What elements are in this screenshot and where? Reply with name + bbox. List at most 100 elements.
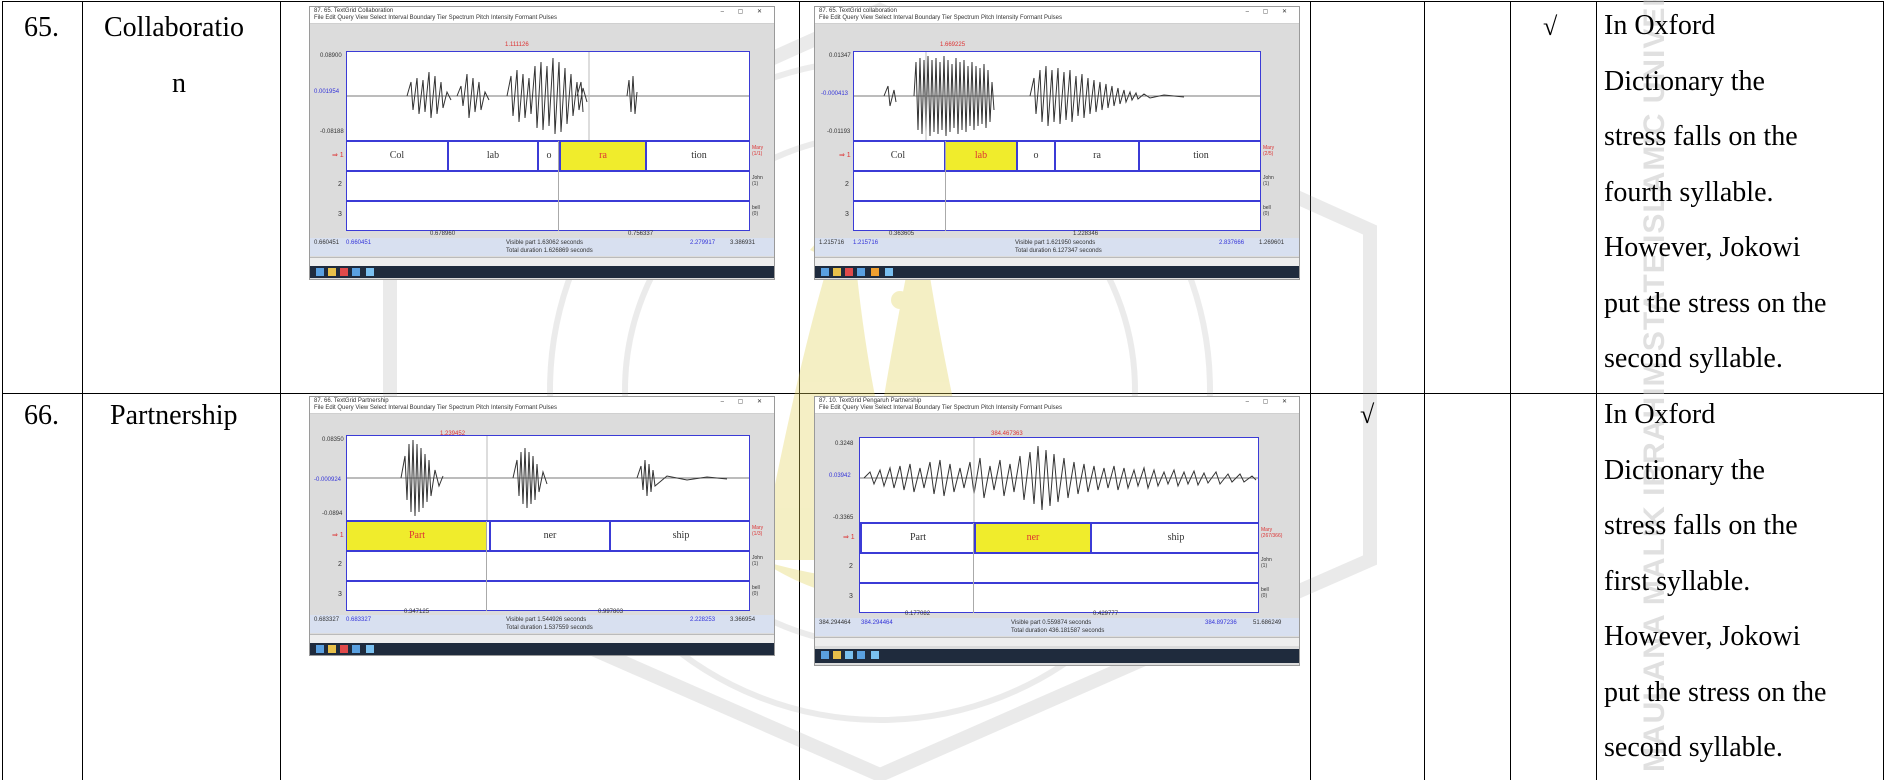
textgrid-tier-3	[346, 581, 750, 611]
visible-part-label: Visible part 0.559874 seconds	[1011, 620, 1092, 626]
y-mid-label: -0.000924	[314, 477, 342, 483]
window-end-time: 51.686249	[1253, 620, 1282, 626]
tier-3-label: 3	[845, 211, 849, 218]
cursor-time: 1.669225	[940, 42, 966, 48]
menu-items: File Edit Query View Select Interval Bou…	[819, 405, 1062, 411]
note-line: put the stress on the	[1604, 287, 1827, 319]
col-divider-7	[1596, 1, 1597, 780]
tier-2-name: John (1)	[752, 175, 763, 187]
col-divider-1	[82, 1, 83, 780]
window-buttons: – ▢ ✕	[1245, 399, 1293, 405]
tier-3-name: bell (0)	[752, 205, 760, 217]
syllable-segment: tion	[645, 142, 751, 170]
tier-1-label: ⇒ 1	[843, 534, 855, 541]
note-line: In Oxford	[1604, 399, 1716, 430]
window-end-time: 3.386931	[730, 240, 756, 246]
word-cell-line1: Collaboratio	[104, 12, 244, 43]
y-max-label: 0.3248	[835, 441, 854, 447]
note-line: second syllable.	[1604, 343, 1783, 374]
praat-menu-bar: 87. 65. TextGrid Collaboration File Edit…	[310, 7, 774, 24]
visible-part-label: Visible part 1.63062 seconds	[506, 240, 583, 246]
time-cursor	[486, 521, 487, 611]
note-line: Dictionary the	[1604, 454, 1765, 486]
stressed-syllable-segment: ner	[974, 524, 1090, 552]
tier-3-name: bell (0)	[752, 585, 760, 597]
cursor-time: 1.111126	[505, 42, 529, 48]
table-border-left	[2, 1, 3, 780]
textgrid-tier-2	[859, 553, 1259, 583]
syllable-segment: Col	[890, 150, 906, 161]
interval-time-a: 0.177082	[905, 611, 931, 617]
window-title: 87. 10. TextGrid Pengaruh Partnership	[819, 398, 922, 404]
note-line: first syllable.	[1604, 565, 1751, 597]
interval-time-b: 0.756337	[628, 231, 654, 237]
textgrid-tier-3	[859, 583, 1259, 613]
syllable-segment: tion	[1138, 142, 1262, 170]
textgrid-tier-1: Col lab o ra tion	[346, 141, 750, 171]
syllable-segment: o	[1016, 142, 1054, 170]
waveform-svg	[860, 438, 1258, 522]
windows-taskbar	[310, 266, 774, 278]
textgrid-tier-3	[346, 201, 750, 231]
time-bar: 0.660451 0.660451 Visible part 1.63062 s…	[310, 238, 774, 256]
menu-items: File Edit Query View Select Interval Bou…	[314, 15, 557, 21]
syllable-segment: lab	[447, 142, 537, 170]
total-duration-label: Total duration 1.537559 seconds	[506, 625, 593, 631]
tier-2-name: John (1)	[1261, 557, 1272, 569]
menu-items: File Edit Query View Select Interval Bou…	[819, 15, 1062, 21]
window-end-time: 3.366954	[730, 617, 756, 623]
textgrid-tier-2	[346, 171, 750, 201]
window-title: 87. 65. TextGrid collaboration	[819, 8, 897, 14]
textgrid-tier-3	[853, 201, 1261, 231]
y-mid-label: -0.000413	[821, 91, 849, 97]
waveform-panel	[859, 437, 1259, 523]
check-mark-col-c: √	[1543, 12, 1558, 41]
y-mid-label: 0.001954	[314, 89, 340, 95]
waveform-svg	[854, 52, 1260, 140]
window-buttons: – ▢ ✕	[720, 9, 768, 15]
window-start-time: 0.660451	[314, 240, 340, 246]
tier-3-label: 3	[338, 591, 342, 598]
zoom-controls	[310, 634, 774, 643]
praat-screenshot-speaker: 87. 66. TextGrid Partnership File Edit Q…	[309, 396, 775, 656]
y-mid-label: 0.03942	[829, 473, 851, 479]
praat-screenshot-native: 87. 65. TextGrid collaboration File Edit…	[814, 6, 1300, 280]
note-line: second syllable.	[1604, 732, 1783, 763]
time-cursor	[558, 141, 559, 231]
interval-time-a: 0.678960	[430, 231, 456, 237]
praat-menu-bar: 87. 66. TextGrid Partnership File Edit Q…	[310, 397, 774, 414]
y-max-label: 0.01347	[829, 53, 851, 59]
visible-start-time: 0.660451	[346, 240, 372, 246]
y-min-label: -0.0894	[322, 511, 343, 517]
zoom-controls	[310, 257, 774, 266]
tier-1-name: Mary (1/3)	[752, 525, 764, 537]
time-bar: 384.294464 384.294464 Visible part 0.559…	[815, 618, 1299, 636]
tier-3-label: 3	[338, 211, 342, 218]
praat-menu-bar: 87. 10. TextGrid Pengaruh Partnership Fi…	[815, 397, 1299, 414]
praat-menu-bar: 87. 65. TextGrid collaboration File Edit…	[815, 7, 1299, 24]
syllable-segment: o	[537, 142, 559, 170]
windows-taskbar	[815, 266, 1299, 278]
tier-3-label: 3	[849, 593, 853, 600]
praat-screenshot-speaker: 87. 65. TextGrid Collaboration File Edit…	[309, 6, 775, 280]
y-min-label: -0.3365	[833, 515, 854, 521]
textgrid-tier-1: Part ner ship	[859, 523, 1259, 553]
y-max-label: 0.08900	[320, 53, 342, 59]
windows-taskbar	[815, 649, 1299, 663]
textgrid-tier-2	[853, 171, 1261, 201]
tier-3-name: bell (0)	[1261, 587, 1269, 599]
waveform-svg	[347, 436, 749, 520]
visible-end-time: 2.279917	[690, 240, 716, 246]
waveform-svg	[347, 52, 749, 140]
stressed-syllable-segment: Part	[347, 522, 487, 550]
tier-2-label: 2	[338, 181, 342, 188]
textgrid-tier-2	[346, 551, 750, 581]
interval-time-b: 1.228346	[1073, 231, 1099, 237]
menu-items: File Edit Query View Select Interval Bou…	[314, 405, 557, 411]
visible-end-time: 384.897236	[1205, 620, 1237, 626]
row-number: 65.	[24, 12, 59, 43]
interval-time-b: 0.429777	[1093, 611, 1119, 617]
zoom-controls	[815, 637, 1299, 646]
textgrid-tier-1: Col lab o ra tion	[853, 141, 1261, 171]
visible-part-label: Visible part 1.621950 seconds	[1015, 240, 1096, 246]
